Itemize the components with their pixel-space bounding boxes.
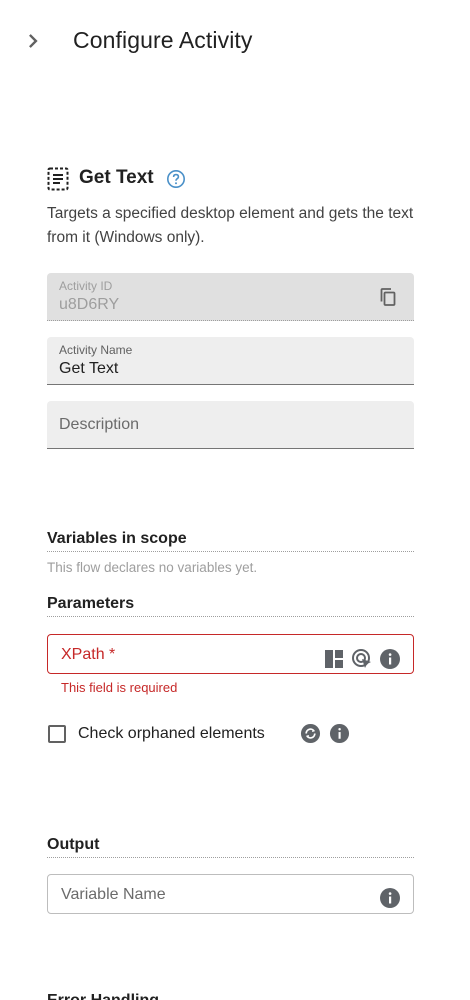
activity-id-value: u8D6RY: [59, 296, 120, 313]
page-title: Configure Activity: [73, 27, 253, 53]
layout-grid-icon[interactable]: [323, 648, 345, 670]
xpath-icons: [323, 648, 401, 670]
description-placeholder: Description: [59, 416, 140, 433]
error-handling-heading: Error Handling: [47, 992, 159, 1000]
orphaned-label[interactable]: Check orphaned elements: [78, 725, 265, 743]
activity-name-field[interactable]: Activity Name Get Text: [47, 337, 414, 385]
chevron-right-icon[interactable]: [22, 30, 44, 52]
refresh-icon[interactable]: [300, 723, 321, 744]
description-field[interactable]: Description: [47, 401, 414, 449]
text-document-icon: [47, 167, 69, 191]
xpath-placeholder: XPath *: [61, 646, 116, 663]
orphaned-checkbox[interactable]: [48, 725, 66, 743]
element-picker-icon[interactable]: [351, 648, 373, 670]
xpath-error-text: This field is required: [61, 680, 178, 695]
activity-id-label: Activity ID: [59, 279, 113, 293]
activity-header: Get Text: [47, 165, 427, 193]
info-icon[interactable]: [379, 648, 401, 670]
help-icon[interactable]: [166, 169, 186, 189]
orphaned-icons: [300, 723, 350, 744]
output-heading: Output: [47, 836, 414, 858]
variables-heading: Variables in scope: [47, 530, 414, 552]
activity-title: Get Text: [79, 167, 154, 188]
variable-name-input[interactable]: Variable Name: [47, 874, 414, 914]
activity-description: Targets a specified desktop element and …: [47, 205, 414, 246]
variables-empty-text: This flow declares no variables yet.: [47, 560, 258, 575]
copy-icon[interactable]: [378, 287, 398, 307]
variable-name-placeholder: Variable Name: [61, 886, 166, 903]
header: Configure Activity: [0, 0, 470, 84]
activity-name-label: Activity Name: [59, 343, 133, 357]
activity-id-field: Activity ID u8D6RY: [47, 273, 414, 321]
info-icon[interactable]: [379, 887, 401, 909]
parameters-heading: Parameters: [47, 595, 414, 617]
info-icon[interactable]: [329, 723, 350, 744]
activity-name-value[interactable]: Get Text: [59, 360, 118, 378]
xpath-input[interactable]: XPath *: [47, 634, 414, 674]
orphaned-row: Check orphaned elements: [47, 722, 414, 748]
